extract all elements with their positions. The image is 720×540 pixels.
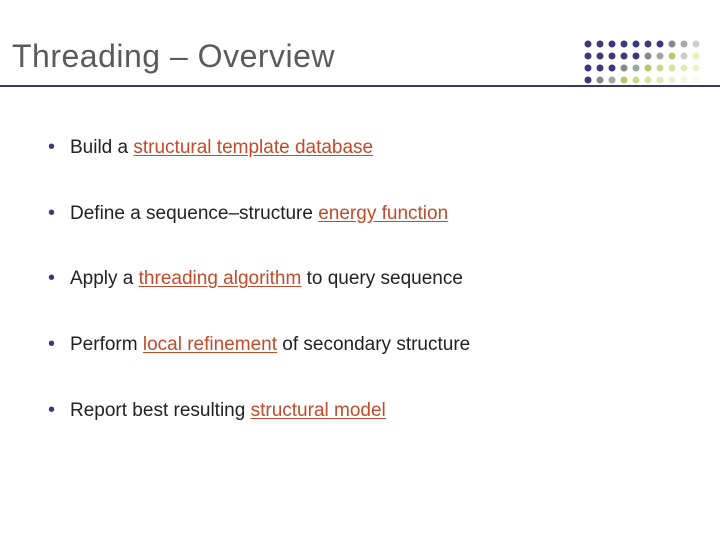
bullet-term: local refinement <box>143 334 277 355</box>
bullet-term: structural model <box>251 400 386 421</box>
bullet-text-pre: Define a sequence–structure <box>70 203 318 224</box>
corner-dot-graphic <box>580 36 700 96</box>
content-area: Build a structural template database Def… <box>0 87 720 423</box>
bullet-text-pre: Report best resulting <box>70 400 251 421</box>
bullet-term: structural template database <box>133 137 373 158</box>
bullet-text-pre: Perform <box>70 334 143 355</box>
bullet-text-post: to query sequence <box>301 268 463 289</box>
bullet-term: energy function <box>318 203 448 224</box>
list-item: Apply a threading algorithm to query seq… <box>48 266 680 292</box>
list-item: Perform local refinement of secondary st… <box>48 332 680 358</box>
bullet-text-post: of secondary structure <box>277 334 470 355</box>
list-item: Build a structural template database <box>48 135 680 161</box>
list-item: Define a sequence–structure energy funct… <box>48 201 680 227</box>
bullet-list: Build a structural template database Def… <box>48 135 680 423</box>
list-item: Report best resulting structural model <box>48 398 680 424</box>
bullet-term: threading algorithm <box>139 268 302 289</box>
bullet-text-pre: Build a <box>70 137 133 158</box>
bullet-text-pre: Apply a <box>70 268 139 289</box>
